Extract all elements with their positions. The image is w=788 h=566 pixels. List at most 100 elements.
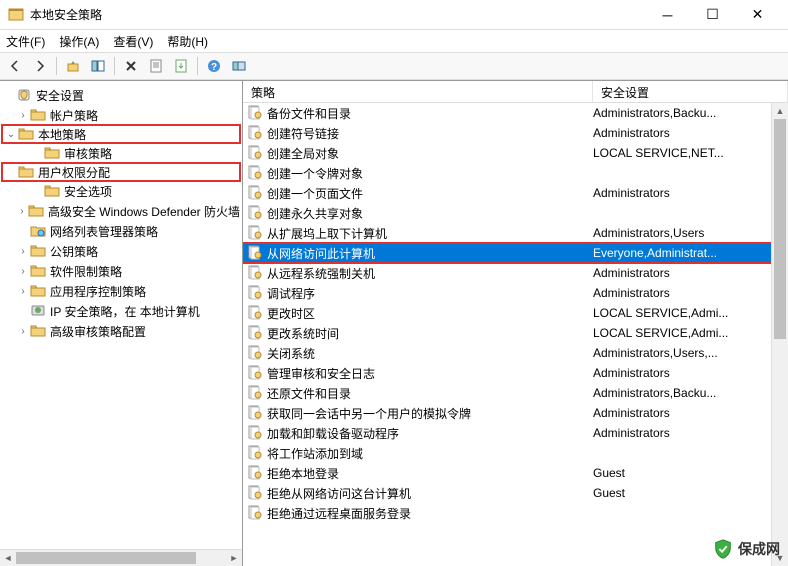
column-setting[interactable]: 安全设置 — [593, 81, 788, 102]
policy-setting: LOCAL SERVICE,NET... — [593, 146, 788, 160]
list-pane: 策略 安全设置 备份文件和目录Administrators,Backu...创建… — [243, 81, 788, 566]
tree-toggle[interactable]: › — [16, 246, 30, 257]
policy-row[interactable]: 关闭系统Administrators,Users,... — [243, 343, 788, 363]
show-hide-tree-button[interactable] — [87, 55, 109, 77]
tree-item-label: 帐户策略 — [50, 107, 98, 124]
policy-row[interactable]: 更改系统时间LOCAL SERVICE,Admi... — [243, 323, 788, 343]
policy-row[interactable]: 调试程序Administrators — [243, 283, 788, 303]
policy-row[interactable]: 将工作站添加到域 — [243, 443, 788, 463]
tree-toggle[interactable]: › — [16, 326, 30, 337]
menu-help[interactable]: 帮助(H) — [167, 33, 208, 50]
policy-icon — [247, 245, 263, 261]
tree-item[interactable]: ⌄ 本地策略 — [1, 124, 241, 144]
folder-icon — [30, 303, 46, 319]
policy-name: 调试程序 — [267, 285, 593, 302]
titlebar: 本地安全策略 ─ ☐ ✕ — [0, 0, 788, 30]
policy-icon — [247, 325, 263, 341]
policy-name: 还原文件和目录 — [267, 385, 593, 402]
refresh-button[interactable] — [228, 55, 250, 77]
properties-button[interactable] — [145, 55, 167, 77]
policy-setting: Administrators,Users,... — [593, 346, 788, 360]
policy-row[interactable]: 创建符号链接Administrators — [243, 123, 788, 143]
policy-name: 关闭系统 — [267, 345, 593, 362]
tree-root[interactable]: 安全设置 — [2, 85, 240, 105]
policy-row[interactable]: 创建一个令牌对象 — [243, 163, 788, 183]
menu-view[interactable]: 查看(V) — [113, 33, 153, 50]
tree-item-label: 应用程序控制策略 — [50, 283, 146, 300]
tree-item[interactable]: ›高级审核策略配置 — [2, 321, 240, 341]
policy-row[interactable]: 拒绝从网络访问这台计算机Guest — [243, 483, 788, 503]
tree-root-label: 安全设置 — [36, 87, 84, 104]
policy-row[interactable]: 从远程系统强制关机Administrators — [243, 263, 788, 283]
policy-icon — [247, 285, 263, 301]
policy-row[interactable]: 拒绝通过远程桌面服务登录 — [243, 503, 788, 523]
up-button[interactable] — [62, 55, 84, 77]
folder-icon — [18, 126, 34, 142]
policy-icon — [247, 125, 263, 141]
tree-item-label: 本地策略 — [38, 126, 86, 143]
folder-icon — [44, 183, 60, 199]
tree-item[interactable]: IP 安全策略，在 本地计算机 — [2, 301, 240, 321]
policy-name: 拒绝通过远程桌面服务登录 — [267, 505, 593, 522]
policy-setting: LOCAL SERVICE,Admi... — [593, 326, 788, 340]
folder-icon — [30, 107, 46, 123]
tree-toggle[interactable]: › — [16, 286, 30, 297]
column-policy[interactable]: 策略 — [243, 81, 593, 102]
list-scrollbar-v[interactable]: ▲ ▼ — [771, 103, 788, 566]
menu-action[interactable]: 操作(A) — [59, 33, 99, 50]
folder-icon — [30, 263, 46, 279]
policy-icon — [247, 465, 263, 481]
tree-item[interactable]: › 应用程序控制策略 — [2, 281, 240, 301]
menu-file[interactable]: 文件(F) — [6, 33, 45, 50]
policy-setting: Administrators — [593, 186, 788, 200]
tree-item[interactable]: 网络列表管理器策略 — [2, 221, 240, 241]
export-button[interactable] — [170, 55, 192, 77]
policy-setting: Guest — [593, 466, 788, 480]
policy-name: 拒绝本地登录 — [267, 465, 593, 482]
tree-toggle[interactable]: › — [16, 206, 28, 217]
forward-button[interactable] — [29, 55, 51, 77]
policy-row[interactable]: 创建永久共享对象 — [243, 203, 788, 223]
policy-icon — [247, 365, 263, 381]
policy-icon — [247, 345, 263, 361]
policy-row[interactable]: 加载和卸载设备驱动程序Administrators — [243, 423, 788, 443]
policy-icon — [247, 185, 263, 201]
help-button[interactable]: ? — [203, 55, 225, 77]
tree-item[interactable]: 审核策略 — [2, 143, 240, 163]
policy-row[interactable]: 获取同一会话中另一个用户的模拟令牌Administrators — [243, 403, 788, 423]
policy-row[interactable]: 从网络访问此计算机Everyone,Administrat... — [243, 243, 788, 263]
policy-row[interactable]: 备份文件和目录Administrators,Backu... — [243, 103, 788, 123]
policy-row[interactable]: 从扩展坞上取下计算机Administrators,Users — [243, 223, 788, 243]
policy-icon — [247, 225, 263, 241]
folder-icon — [18, 164, 34, 180]
tree-toggle[interactable]: › — [16, 110, 30, 121]
policy-row[interactable]: 管理审核和安全日志Administrators — [243, 363, 788, 383]
tree-item[interactable]: ›软件限制策略 — [2, 261, 240, 281]
minimize-button[interactable]: ─ — [645, 1, 690, 29]
policy-name: 创建符号链接 — [267, 125, 593, 142]
tree-item[interactable]: 用户权限分配 — [1, 162, 241, 182]
policy-row[interactable]: 更改时区LOCAL SERVICE,Admi... — [243, 303, 788, 323]
policy-row[interactable]: 创建一个页面文件Administrators — [243, 183, 788, 203]
svg-text:?: ? — [211, 62, 217, 73]
policy-icon — [247, 265, 263, 281]
back-button[interactable] — [4, 55, 26, 77]
tree-toggle[interactable]: › — [16, 266, 30, 277]
maximize-button[interactable]: ☐ — [690, 1, 735, 29]
close-button[interactable]: ✕ — [735, 1, 780, 29]
tree-item[interactable]: › 帐户策略 — [2, 105, 240, 125]
tree-toggle[interactable]: ⌄ — [4, 129, 18, 140]
policy-setting: Administrators — [593, 406, 788, 420]
policy-setting: Everyone,Administrat... — [593, 246, 788, 260]
policy-row[interactable]: 拒绝本地登录Guest — [243, 463, 788, 483]
tree-scrollbar-h[interactable]: ◄ ► — [0, 549, 242, 566]
tree-item[interactable]: ›高级安全 Windows Defender 防火墙 — [2, 201, 240, 221]
policy-row[interactable]: 还原文件和目录Administrators,Backu... — [243, 383, 788, 403]
separator — [114, 57, 115, 75]
delete-button[interactable] — [120, 55, 142, 77]
tree-item[interactable]: 安全选项 — [2, 181, 240, 201]
tree-item[interactable]: ›公钥策略 — [2, 241, 240, 261]
policy-setting: Administrators,Backu... — [593, 106, 788, 120]
policy-row[interactable]: 创建全局对象LOCAL SERVICE,NET... — [243, 143, 788, 163]
policy-setting: Administrators,Backu... — [593, 386, 788, 400]
